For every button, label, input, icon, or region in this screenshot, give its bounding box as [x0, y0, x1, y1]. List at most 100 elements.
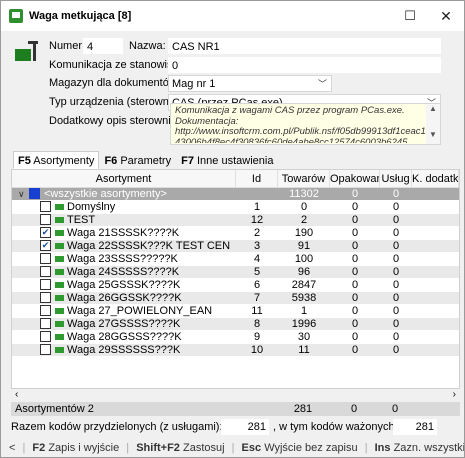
- row-checkbox[interactable]: [40, 214, 51, 225]
- row-checkbox[interactable]: ✔: [40, 227, 51, 238]
- row-checkbox[interactable]: [40, 331, 51, 342]
- opis-line: http://www.insoftcrm.com.pl/Publik.nsf/f…: [175, 126, 441, 137]
- row-checkbox[interactable]: [40, 201, 51, 212]
- uslug-value: 0: [392, 214, 400, 226]
- row-checkbox[interactable]: [40, 292, 51, 303]
- table-row[interactable]: ✔ Waga 22SSSSK???K TEST CEN 3 91 0 0: [12, 240, 459, 252]
- col-uslug[interactable]: Usług: [380, 170, 412, 188]
- scroll-left-icon[interactable]: <: [9, 442, 15, 454]
- table-row[interactable]: Waga 23SSSS?????K 4 100 0 0: [12, 253, 459, 265]
- table-row[interactable]: TEST 12 2 0 0: [12, 214, 459, 226]
- id-value: 9: [253, 331, 261, 343]
- towarow-value: 5938: [291, 292, 317, 304]
- folder-icon: [55, 230, 64, 236]
- scale-app-icon: [9, 9, 23, 23]
- status-label-total: Razem kodów przydzielonych (z usługami):: [11, 421, 223, 433]
- col-id[interactable]: Id: [236, 170, 278, 188]
- select-all-checkbox[interactable]: [29, 188, 40, 199]
- maximize-button[interactable]: ☐: [392, 1, 428, 31]
- towarow-value: 11302: [289, 188, 319, 200]
- asortyment-name: Waga 27GSSSS????K: [67, 318, 181, 330]
- table-row[interactable]: Domyślny 1 0 0 0: [12, 201, 459, 213]
- nazwa-input[interactable]: CAS NR1: [168, 38, 441, 54]
- towarow-value: 190: [294, 227, 314, 239]
- uslug-value: 0: [392, 292, 400, 304]
- opis-line: 43006b4f8ec4f30836fc60de4abe8cc12574c600…: [175, 138, 422, 143]
- table-row[interactable]: Waga 29SSSSSS???K 10 11 0 0: [12, 344, 459, 356]
- tab-label: Asortymenty: [33, 155, 95, 167]
- opakowan-value: 0: [351, 318, 359, 330]
- scroll-left-icon[interactable]: ‹: [15, 389, 18, 400]
- folder-icon: [55, 295, 64, 301]
- table-row[interactable]: Waga 25GSSSK????K 6 2847 0 0: [12, 279, 459, 291]
- col-asortyment[interactable]: Asortyment: [12, 170, 236, 188]
- towarow-value: 11: [298, 344, 310, 356]
- opakowan-value: 0: [351, 331, 359, 343]
- table-row[interactable]: Waga 27_POWIELONY_EAN 11 1 0 0: [12, 305, 459, 317]
- asortyment-name: Waga 27_POWIELONY_EAN: [67, 305, 213, 317]
- tab-inne-ustawienia[interactable]: F7 Inne ustawienia: [176, 151, 278, 169]
- komunikacja-label: Komunikacja ze stanowiska:: [49, 59, 188, 71]
- typ-label: Typ urządzenia (sterownik):: [49, 96, 184, 108]
- row-checkbox[interactable]: [40, 266, 51, 277]
- status-label-weighted: , w tym kodów ważonych:: [273, 421, 398, 433]
- row-checkbox[interactable]: [40, 305, 51, 316]
- tab-parametry[interactable]: F6 Parametry: [99, 151, 176, 169]
- row-checkbox[interactable]: ✔: [40, 240, 51, 251]
- row-checkbox[interactable]: [40, 279, 51, 290]
- id-value: 11: [251, 305, 263, 317]
- scroll-up-icon[interactable]: ▲: [426, 104, 440, 116]
- table-row[interactable]: Waga 24SSSSS????K 5 96 0 0: [12, 266, 459, 278]
- towarow-value: 1: [300, 305, 308, 317]
- shortcut-label: Wyjście bez zapisu: [264, 442, 358, 454]
- tab-asortymenty[interactable]: F5 Asortymenty: [13, 151, 100, 169]
- uslug-value: 0: [392, 279, 400, 291]
- scroll-down-icon[interactable]: ▼: [426, 130, 440, 142]
- opis-memo[interactable]: Komunikacja z wagami CAS przez program P…: [170, 103, 441, 145]
- row-checkbox[interactable]: [40, 318, 51, 329]
- col-kdodatkow[interactable]: K. dodatkow: [412, 170, 459, 188]
- magazyn-select[interactable]: Mag nr 1 ﹀: [168, 75, 332, 92]
- chevron-down-icon[interactable]: ∨: [18, 188, 25, 200]
- opakowan-value: 0: [351, 227, 359, 239]
- dialog-window: Waga metkująca [8] ☐ ✕ Numer: 4 Nazwa: C…: [0, 0, 465, 458]
- asortyment-name: Waga 28GGSSS????K: [67, 331, 182, 343]
- status-weighted-value: 281: [393, 419, 437, 435]
- save-exit-button[interactable]: F2 Zapis i wyjście: [32, 442, 119, 454]
- table-row[interactable]: Waga 26GGSSK????K 7 5938 0 0: [12, 292, 459, 304]
- apply-button[interactable]: Shift+F2 Zastosuj: [136, 442, 224, 454]
- row-checkbox[interactable]: [40, 344, 51, 355]
- memo-scrollbar[interactable]: ▲ ▼: [426, 104, 440, 144]
- asortyment-name: Waga 29SSSSSS???K: [67, 344, 181, 356]
- scroll-right-icon[interactable]: ›: [453, 389, 456, 400]
- folder-icon: [55, 334, 64, 340]
- tab-key: F6: [104, 155, 118, 167]
- col-towarow[interactable]: Towarów: [278, 170, 330, 188]
- exit-no-save-button[interactable]: Esc Wyjście bez zapisu: [242, 442, 358, 454]
- col-opakowan[interactable]: Opakowań: [330, 170, 380, 188]
- table-row[interactable]: ✔ Waga 21SSSSK????K 2 190 0 0: [12, 227, 459, 239]
- uslug-value: 0: [392, 318, 400, 330]
- asortyment-name: TEST: [67, 214, 96, 226]
- horizontal-scrollbar[interactable]: ‹ ›: [11, 389, 460, 402]
- tab-label: Inne ustawienia: [197, 155, 274, 167]
- table-row[interactable]: Waga 28GGSSS????K 9 30 0 0: [12, 331, 459, 343]
- select-all-button[interactable]: Ins Zazn. wszystkie: [375, 442, 464, 454]
- asortyment-name: Waga 22SSSSK???K TEST CEN: [67, 240, 231, 252]
- folder-icon: [55, 243, 64, 249]
- uslug-value: 0: [392, 240, 400, 252]
- komunikacja-input[interactable]: 0: [168, 57, 441, 73]
- shortcut-label: Zapis i wyjście: [48, 442, 120, 454]
- numer-input[interactable]: 4: [83, 38, 123, 54]
- chevron-down-icon: ﹀: [317, 79, 327, 89]
- status-row: Razem kodów przydzielonych (z usługami):…: [11, 419, 460, 435]
- folder-icon: [55, 282, 64, 288]
- opis-line: Komunikacja z wagami CAS przez program P…: [175, 105, 405, 116]
- id-value: 3: [253, 240, 261, 252]
- table-row-all[interactable]: ∨ <wszystkie asortymenty> 11302 0 0: [12, 188, 459, 200]
- close-button[interactable]: ✕: [428, 1, 464, 31]
- table-row[interactable]: Waga 27GSSSS????K 8 1996 0 0: [12, 318, 459, 330]
- folder-icon: [55, 269, 64, 275]
- row-checkbox[interactable]: [40, 253, 51, 264]
- shortcut-key: Esc: [241, 442, 262, 454]
